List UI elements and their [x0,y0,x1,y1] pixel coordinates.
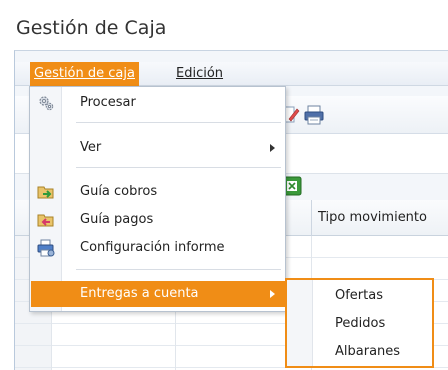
printer-config-icon [37,239,55,257]
menu-item-label: Configuración informe [80,240,225,255]
submenu-item-pedidos[interactable]: Pedidos [287,310,432,338]
menu-item-label: Entregas a cuenta [80,286,199,301]
folder-red-arrow-icon [37,211,55,229]
menu-edicion-label: Edición [176,66,224,81]
submenu-item-albaranes[interactable]: Albaranes [287,338,432,366]
entregas-a-cuenta-submenu: Ofertas Pedidos Albaranes [285,278,434,368]
printer-icon[interactable] [303,104,325,126]
submenu-item-label: Pedidos [335,316,386,331]
column-header-tipo-movimiento[interactable]: Tipo movimiento [318,200,427,236]
submenu-item-ofertas[interactable]: Ofertas [287,282,432,310]
gestion-de-caja-dropdown: Procesar Ver Guía cobros Guía pagos Conf… [29,86,286,312]
submenu-item-label: Ofertas [335,288,383,303]
menu-item-label: Procesar [80,95,136,110]
menu-item-label: Ver [80,140,102,155]
menu-item-configuracion-informe[interactable]: Configuración informe [31,235,285,261]
menu-item-guia-pagos[interactable]: Guía pagos [31,207,285,233]
menu-item-label: Guía pagos [80,212,154,227]
menu-separator [76,269,281,270]
menu-separator [76,167,281,168]
column-separator [311,200,312,236]
app-window: Gestión de Caja Gestión de caja Edición [0,0,448,370]
menu-item-label: Guía cobros [80,184,158,199]
title-area: Gestión de Caja [0,0,448,52]
menu-item-entregas-a-cuenta[interactable]: Entregas a cuenta [31,281,285,307]
submenu-arrow-icon [270,290,275,298]
submenu-arrow-icon [270,144,275,152]
menu-edicion[interactable]: Edición [172,62,227,86]
menubar: Gestión de caja Edición [15,62,448,86]
window-title: Gestión de Caja [16,17,167,39]
menu-gestion-de-caja[interactable]: Gestión de caja [30,62,139,86]
gears-icon [37,94,55,112]
menu-separator [76,122,281,123]
menu-gestion-de-caja-label: Gestión de caja [34,66,135,81]
menu-item-guia-cobros[interactable]: Guía cobros [31,179,285,205]
folder-green-arrow-icon [37,183,55,201]
menu-item-ver[interactable]: Ver [31,135,285,161]
submenu-item-label: Albaranes [335,344,401,359]
menu-item-procesar[interactable]: Procesar [31,90,285,116]
